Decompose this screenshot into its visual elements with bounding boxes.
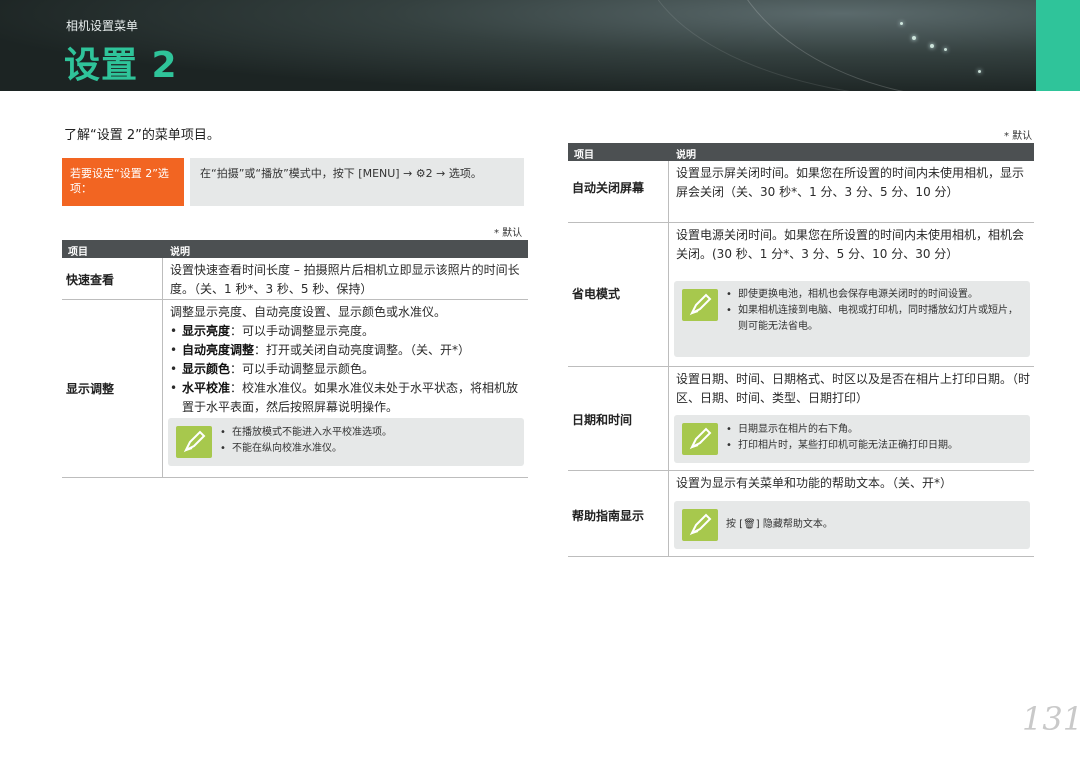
settings-table-left: 项目 说明 快速查看 设置快速查看时间长度 – 拍摄照片后相机立即显示该照片的时… [62,240,528,480]
column-header-item: 项目 [68,247,88,258]
banner-sparkle [944,48,947,51]
column-header-item: 项目 [574,150,594,161]
table-header: 项目 说明 [568,143,1034,161]
chapter-tab [1036,0,1080,91]
header-banner: 相机设置菜单 设置 2 [0,0,1080,91]
section-subtitle: 相机设置菜单 [66,19,139,33]
note-item: 不能在纵向校准水准仪。 [220,441,516,457]
note-list: 即使更换电池，相机也会保存电源关闭时的时间设置。 如果相机连接到电脑、电视或打印… [726,287,1022,335]
table-row: 快速查看 设置快速查看时间长度 – 拍摄照片后相机立即显示该照片的时间长度。（关… [62,258,528,300]
item-description-text: 调整显示亮度、自动亮度设置、显示颜色或水准仪。 [170,305,447,319]
banner-sparkle [930,44,934,48]
list-item: 显示亮度：可以手动调整显示亮度。 [170,322,526,341]
item-description: 设置电源关闭时间。如果您在所设置的时间内未使用相机，相机会关闭。(30 秒、1 … [676,228,1025,261]
note-item: 即使更换电池，相机也会保存电源关闭时的时间设置。 [726,287,1022,303]
column-header-desc: 说明 [676,150,696,161]
page-title: 设置 2 [64,45,178,86]
banner-sparkle [912,36,916,40]
banner-sparkle [978,70,981,73]
list-item: 自动亮度调整：打开或关闭自动亮度调整。（关、开*） [170,341,526,360]
callout-instructions: 在“拍摄”或“播放”模式中，按下 [MENU] → ⚙2 → 选项。 [190,158,524,206]
note-pen-icon [176,426,212,458]
item-description: 调整显示亮度、自动亮度设置、显示颜色或水准仪。 显示亮度：可以手动调整显示亮度。… [170,303,526,417]
banner-sparkle [900,22,903,25]
item-name: 帮助指南显示 [572,509,645,523]
intro-text: 了解“设置 2”的菜单项目。 [64,128,220,143]
item-name: 显示调整 [66,382,115,396]
list-item: 显示颜色：可以手动调整显示颜色。 [170,360,526,379]
banner-decoration-arc [640,0,1080,91]
note-list: 日期显示在相片的右下角。 打印相片时，某些打印机可能无法正确打印日期。 [726,422,1022,454]
item-name: 快速查看 [66,273,115,287]
list-item: 水平校准：校准水准仪。如果水准仪未处于水平状态，将相机放置于水平表面，然后按照屏… [170,379,526,417]
item-name: 自动关闭屏幕 [572,181,645,195]
note-item: 日期显示在相片的右下角。 [726,422,1022,438]
table-row: 自动关闭屏幕 设置显示屏关闭时间。如果您在所设置的时间内未使用相机，显示屏会关闭… [568,161,1034,223]
note-box: 在播放模式不能进入水平校准选项。 不能在纵向校准水准仪。 [168,418,524,466]
default-note: * 默认 [494,228,523,239]
callout-label: 若要设定“设置 2”选项： [62,158,184,206]
item-name: 日期和时间 [572,413,633,427]
note-box: 按 [🗑] 隐藏帮助文本。 [674,501,1030,549]
table-row: 省电模式 设置电源关闭时间。如果您在所设置的时间内未使用相机，相机会关闭。(30… [568,223,1034,367]
note-item: 如果相机连接到电脑、电视或打印机，同时播放幻灯片或短片，则可能无法省电。 [726,303,1022,335]
note-item: 打印相片时，某些打印机可能无法正确打印日期。 [726,438,1022,454]
page-number: 131 [1022,700,1080,738]
table-row: 显示调整 调整显示亮度、自动亮度设置、显示颜色或水准仪。 显示亮度：可以手动调整… [62,300,528,478]
item-name: 省电模式 [572,287,621,301]
note-pen-icon [682,509,718,541]
note-pen-icon [682,423,718,455]
note-item: 在播放模式不能进入水平校准选项。 [220,425,516,441]
table-row: 日期和时间 设置日期、时间、日期格式、时区以及是否在相片上打印日期。（时区、日期… [568,367,1034,471]
settings-table-right: 项目 说明 自动关闭屏幕 设置显示屏关闭时间。如果您在所设置的时间内未使用相机，… [568,143,1034,558]
bullet-list: 显示亮度：可以手动调整显示亮度。 自动亮度调整：打开或关闭自动亮度调整。（关、开… [170,322,526,417]
item-description: 设置为显示有关菜单和功能的帮助文本。（关、开*） [676,476,953,490]
table-header: 项目 说明 [62,240,528,258]
note-box: 日期显示在相片的右下角。 打印相片时，某些打印机可能无法正确打印日期。 [674,415,1030,463]
column-header-desc: 说明 [170,247,190,258]
note-box: 即使更换电池，相机也会保存电源关闭时的时间设置。 如果相机连接到电脑、电视或打印… [674,281,1030,357]
default-note: * 默认 [1004,131,1033,142]
note-item: 按 [🗑] 隐藏帮助文本。 [726,519,833,530]
item-description: 设置日期、时间、日期格式、时区以及是否在相片上打印日期。（时区、日期、时间、类型… [676,372,1031,405]
item-description: 设置显示屏关闭时间。如果您在所设置的时间内未使用相机，显示屏会关闭（关、30 秒… [676,166,1025,199]
note-list: 在播放模式不能进入水平校准选项。 不能在纵向校准水准仪。 [220,425,516,457]
table-row: 帮助指南显示 设置为显示有关菜单和功能的帮助文本。（关、开*） 按 [🗑] 隐藏… [568,471,1034,557]
note-pen-icon [682,289,718,321]
item-description: 设置快速查看时间长度 – 拍摄照片后相机立即显示该照片的时间长度。（关、1 秒*… [170,263,520,296]
